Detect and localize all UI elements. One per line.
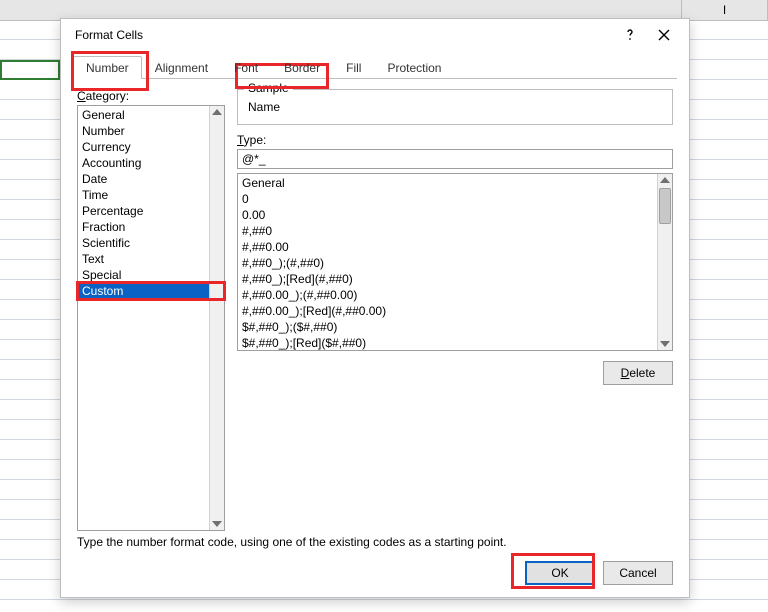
tab-fill[interactable]: Fill [333,56,374,79]
category-item-selected[interactable]: Custom [78,283,209,299]
category-item[interactable]: Date [78,171,209,187]
tab-border[interactable]: Border [271,56,333,79]
format-code-item[interactable]: $#,##0_);($#,##0) [238,319,657,335]
sample-value: Name [246,94,664,114]
scroll-down-icon [660,341,670,347]
scroll-up-icon [660,177,670,183]
format-code-item[interactable]: $#,##0_);[Red]($#,##0) [238,335,657,350]
format-cells-dialog: Format Cells Number Alignment Font Borde… [60,18,690,598]
scroll-up-icon [212,109,222,115]
sample-title: Sample [244,81,293,95]
sample-group: Sample Name [237,89,673,125]
format-code-item[interactable]: General [238,175,657,191]
tab-font[interactable]: Font [221,56,271,79]
category-item[interactable]: Fraction [78,219,209,235]
dialog-title: Format Cells [75,28,613,42]
close-button[interactable] [647,21,681,49]
format-list-scrollbar[interactable] [657,174,672,350]
format-code-item[interactable]: #,##0_);[Red](#,##0) [238,271,657,287]
column-header-I[interactable]: I [681,0,768,20]
category-item[interactable]: Number [78,123,209,139]
category-item[interactable]: Currency [78,139,209,155]
tab-label: Number [86,61,129,75]
category-scrollbar[interactable] [209,106,224,530]
delete-button[interactable]: Delete [603,361,673,385]
tab-protection[interactable]: Protection [374,56,454,79]
format-code-item[interactable]: #,##0_);(#,##0) [238,255,657,271]
category-item[interactable]: General [78,107,209,123]
format-code-item[interactable]: 0 [238,191,657,207]
scroll-down-icon [212,521,222,527]
ok-button[interactable]: OK [525,561,595,585]
question-icon [625,28,635,42]
category-list[interactable]: General Number Currency Accounting Date … [77,105,225,531]
format-code-list[interactable]: General 0 0.00 #,##0 #,##0.00 #,##0_);(#… [237,173,673,351]
cancel-button[interactable]: Cancel [603,561,673,585]
category-label: Category: [77,89,225,103]
category-item[interactable]: Accounting [78,155,209,171]
selected-cell[interactable] [0,60,60,80]
type-input[interactable] [237,149,673,169]
tab-number[interactable]: Number [73,56,142,79]
close-icon [658,29,670,41]
tab-alignment[interactable]: Alignment [142,56,221,79]
tab-strip: Number Alignment Font Border Fill Protec… [61,51,689,79]
category-item[interactable]: Special [78,267,209,283]
format-code-item[interactable]: #,##0 [238,223,657,239]
category-item[interactable]: Time [78,187,209,203]
help-button[interactable] [613,21,647,49]
format-code-item[interactable]: #,##0.00_);(#,##0.00) [238,287,657,303]
category-item[interactable]: Text [78,251,209,267]
type-label: Type: [237,133,673,147]
description-text: Type the number format code, using one o… [61,535,689,549]
format-code-item[interactable]: 0.00 [238,207,657,223]
format-code-item[interactable]: #,##0.00 [238,239,657,255]
format-code-item[interactable]: #,##0.00_);[Red](#,##0.00) [238,303,657,319]
scroll-thumb[interactable] [659,188,671,224]
category-item[interactable]: Scientific [78,235,209,251]
category-item[interactable]: Percentage [78,203,209,219]
